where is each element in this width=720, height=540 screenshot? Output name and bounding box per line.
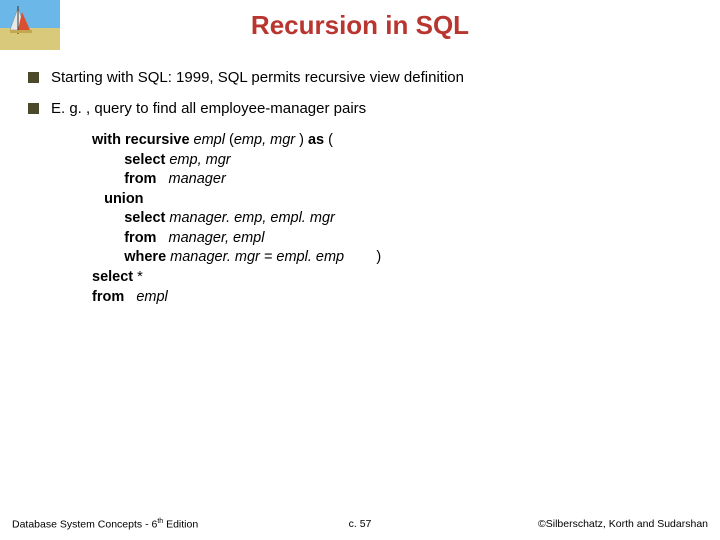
- footer-left: Database System Concepts - 6th Edition: [12, 518, 198, 531]
- bullet-square-icon: [28, 103, 39, 114]
- footer-center: c. 57: [349, 518, 372, 530]
- slide-logo: [0, 0, 60, 50]
- bullet-text: E. g. , query to find all employee-manag…: [51, 100, 366, 117]
- bullet-item: E. g. , query to find all employee-manag…: [28, 100, 692, 117]
- bullet-item: Starting with SQL: 1999, SQL permits rec…: [28, 69, 692, 86]
- slide-footer: Database System Concepts - 6th Edition c…: [0, 518, 720, 531]
- sql-code-block: with recursive empl (emp, mgr ) as ( sel…: [28, 131, 692, 307]
- slide-content: Starting with SQL: 1999, SQL permits rec…: [0, 69, 720, 307]
- bullet-square-icon: [28, 72, 39, 83]
- slide-title: Recursion in SQL: [0, 0, 720, 69]
- bullet-text: Starting with SQL: 1999, SQL permits rec…: [51, 69, 464, 86]
- footer-right: ©Silberschatz, Korth and Sudarshan: [538, 518, 708, 531]
